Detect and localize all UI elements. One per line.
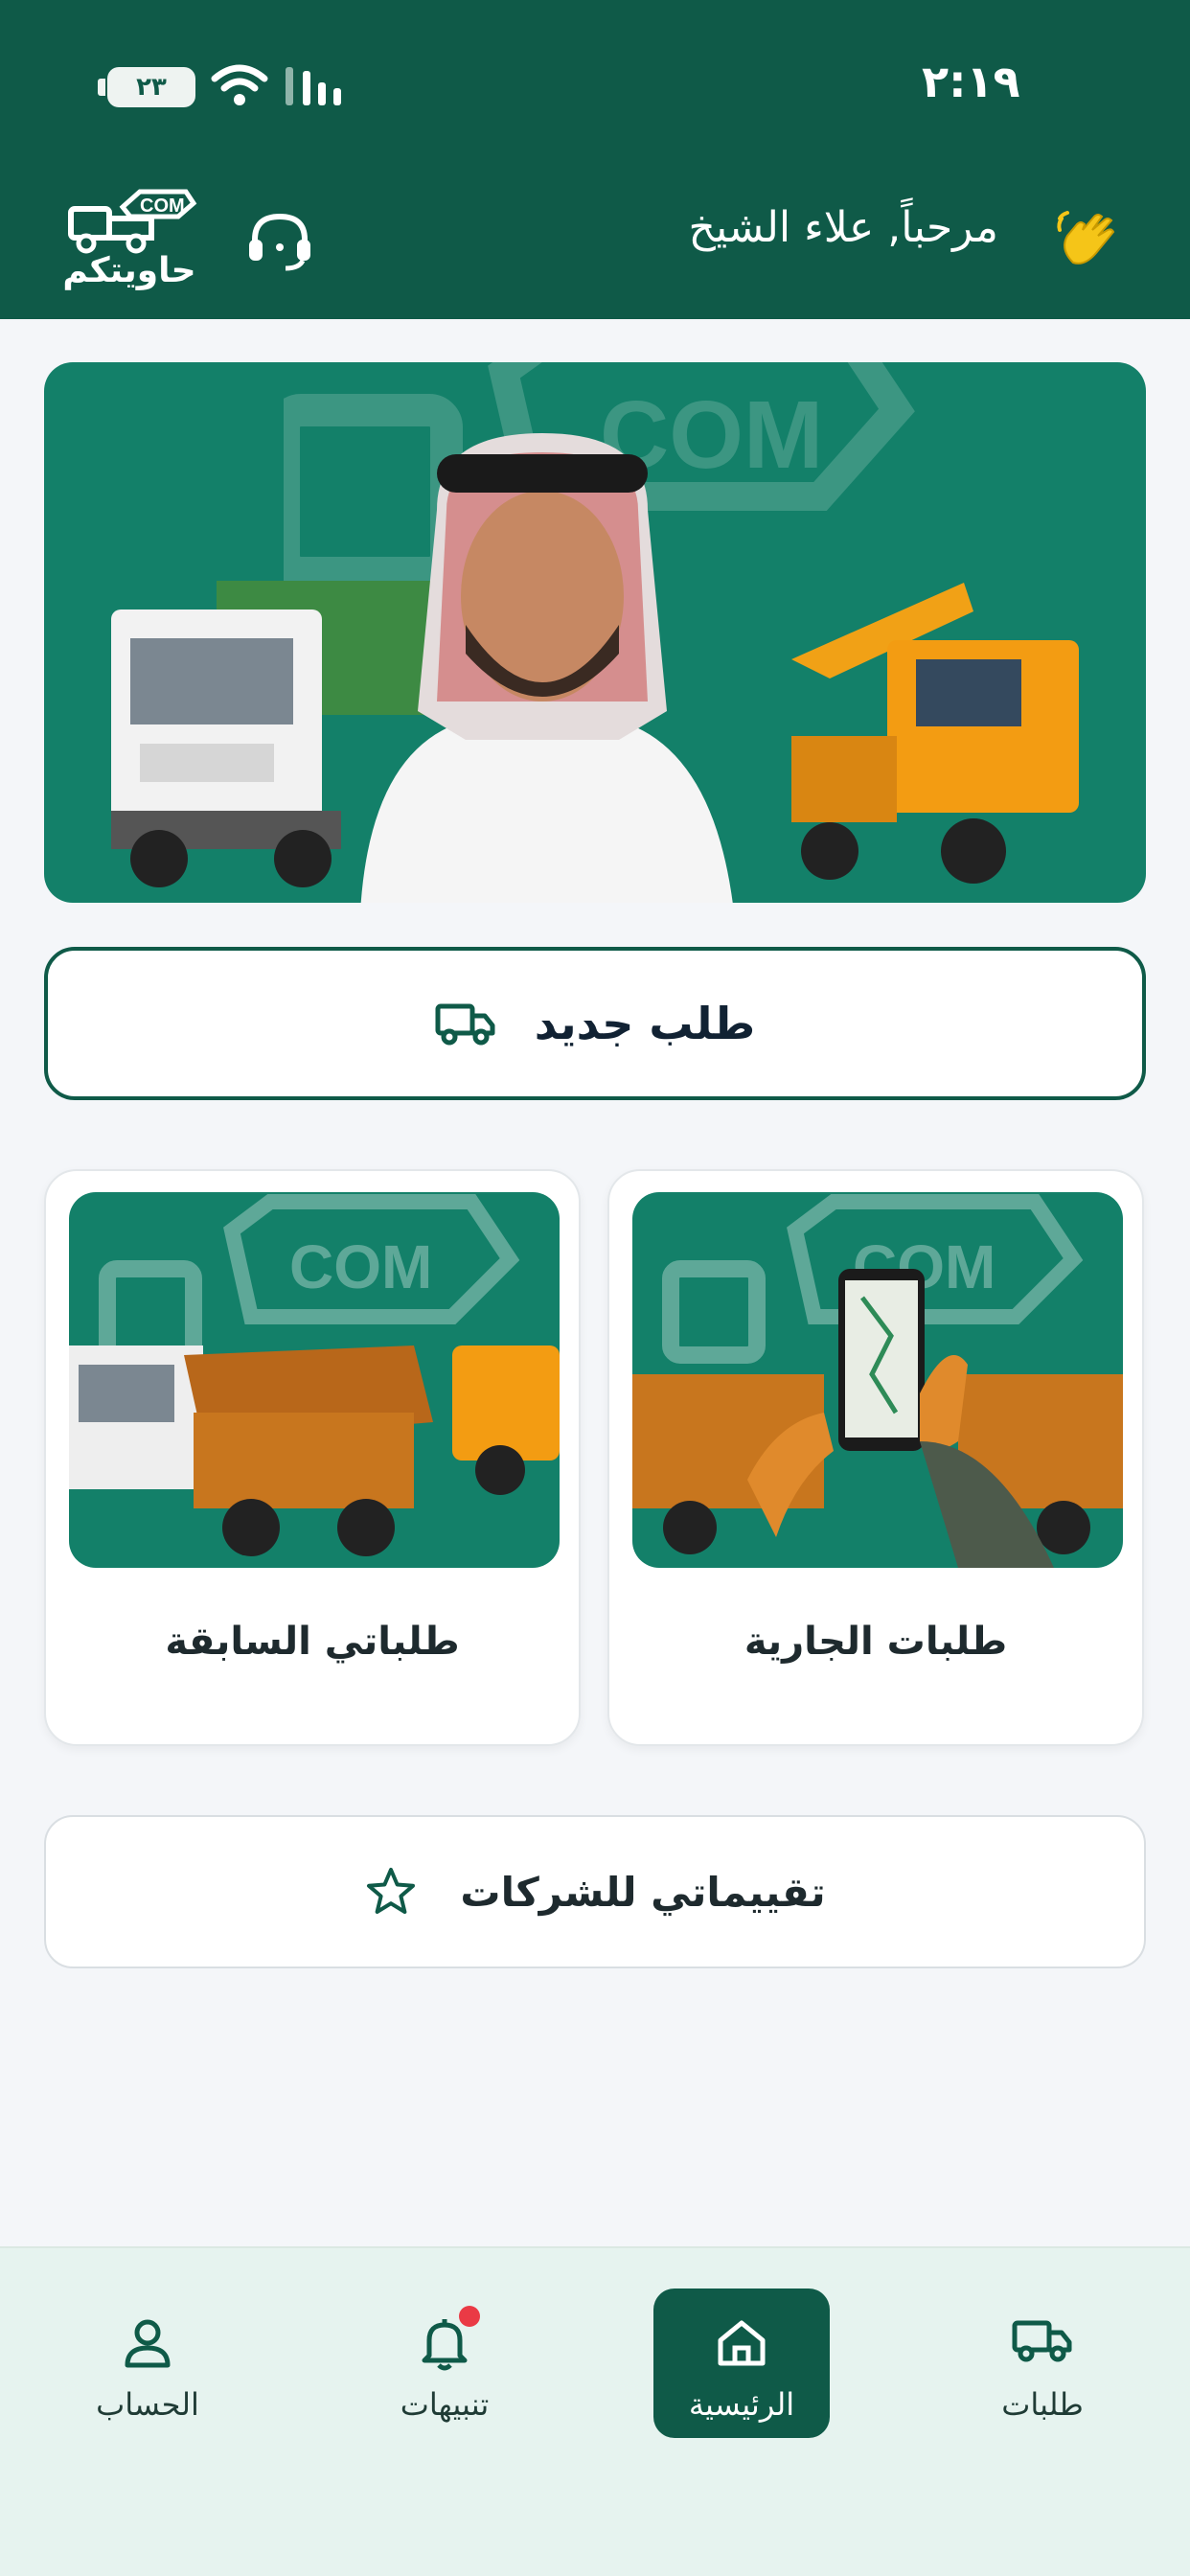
nav-notifications-label: تنبيهات [400, 2386, 490, 2423]
status-time: ٢:١٩ [922, 56, 1020, 107]
watermark-com-text: COM [289, 1232, 432, 1301]
waving-hand-icon [1057, 211, 1115, 264]
nav-home-label: الرئيسية [688, 2386, 795, 2423]
current-orders-card[interactable]: COM طلبات الجارية [607, 1169, 1144, 1746]
previous-orders-card[interactable]: COM طلباتي السابقة [44, 1169, 581, 1746]
star-icon [367, 1868, 416, 1914]
current-orders-image: COM [632, 1192, 1123, 1568]
app-header: ٢٣ ٢:١٩ COM حاويتكم مرحباً, علاء الشيخ [0, 0, 1190, 319]
nav-home[interactable]: الرئيسية [653, 2288, 830, 2438]
home-icon [718, 2320, 766, 2366]
wifi-icon [211, 64, 268, 105]
company-ratings-button[interactable]: تقييماتي للشركات [44, 1815, 1146, 1968]
greeting-text: مرحباً, علاء الشيخ [688, 203, 998, 252]
signal-icon [286, 67, 341, 105]
truck-icon [435, 1003, 495, 1046]
previous-orders-image: COM [69, 1192, 560, 1568]
logo-badge-text: COM [140, 196, 185, 217]
nav-orders[interactable]: طلبات [954, 2288, 1131, 2438]
nav-notifications[interactable]: تنبيهات [356, 2288, 533, 2438]
watermark-logo: COM [632, 1194, 1123, 1568]
nav-account[interactable]: الحساب [59, 2288, 236, 2438]
watermark-logo: COM [69, 1194, 560, 1556]
nav-account-label: الحساب [96, 2386, 199, 2423]
logo-text: حاويتكم [62, 251, 196, 290]
truck-icon [1012, 2320, 1072, 2362]
hero-banner: COM [44, 362, 1146, 903]
truck-logo-icon: COM [68, 189, 197, 254]
company-ratings-label: تقييماتي للشركات [460, 1868, 826, 1916]
headset-icon[interactable] [245, 209, 314, 272]
bell-icon [422, 2319, 468, 2371]
new-order-button[interactable]: طلب جديد [44, 947, 1146, 1100]
previous-orders-label: طلباتي السابقة [165, 1620, 460, 1664]
battery-indicator: ٢٣ [98, 67, 195, 107]
orange-truck-image [791, 583, 1079, 884]
new-order-label: طلب جديد [534, 998, 756, 1049]
man-portrait-image [360, 433, 733, 903]
nav-orders-label: طلبات [1001, 2386, 1084, 2423]
user-icon [125, 2319, 171, 2368]
notification-badge [459, 2306, 480, 2327]
current-orders-label: طلبات الجارية [744, 1620, 1008, 1664]
bottom-navigation: طلبات الرئيسية تنبيهات الحساب [0, 2246, 1190, 2576]
